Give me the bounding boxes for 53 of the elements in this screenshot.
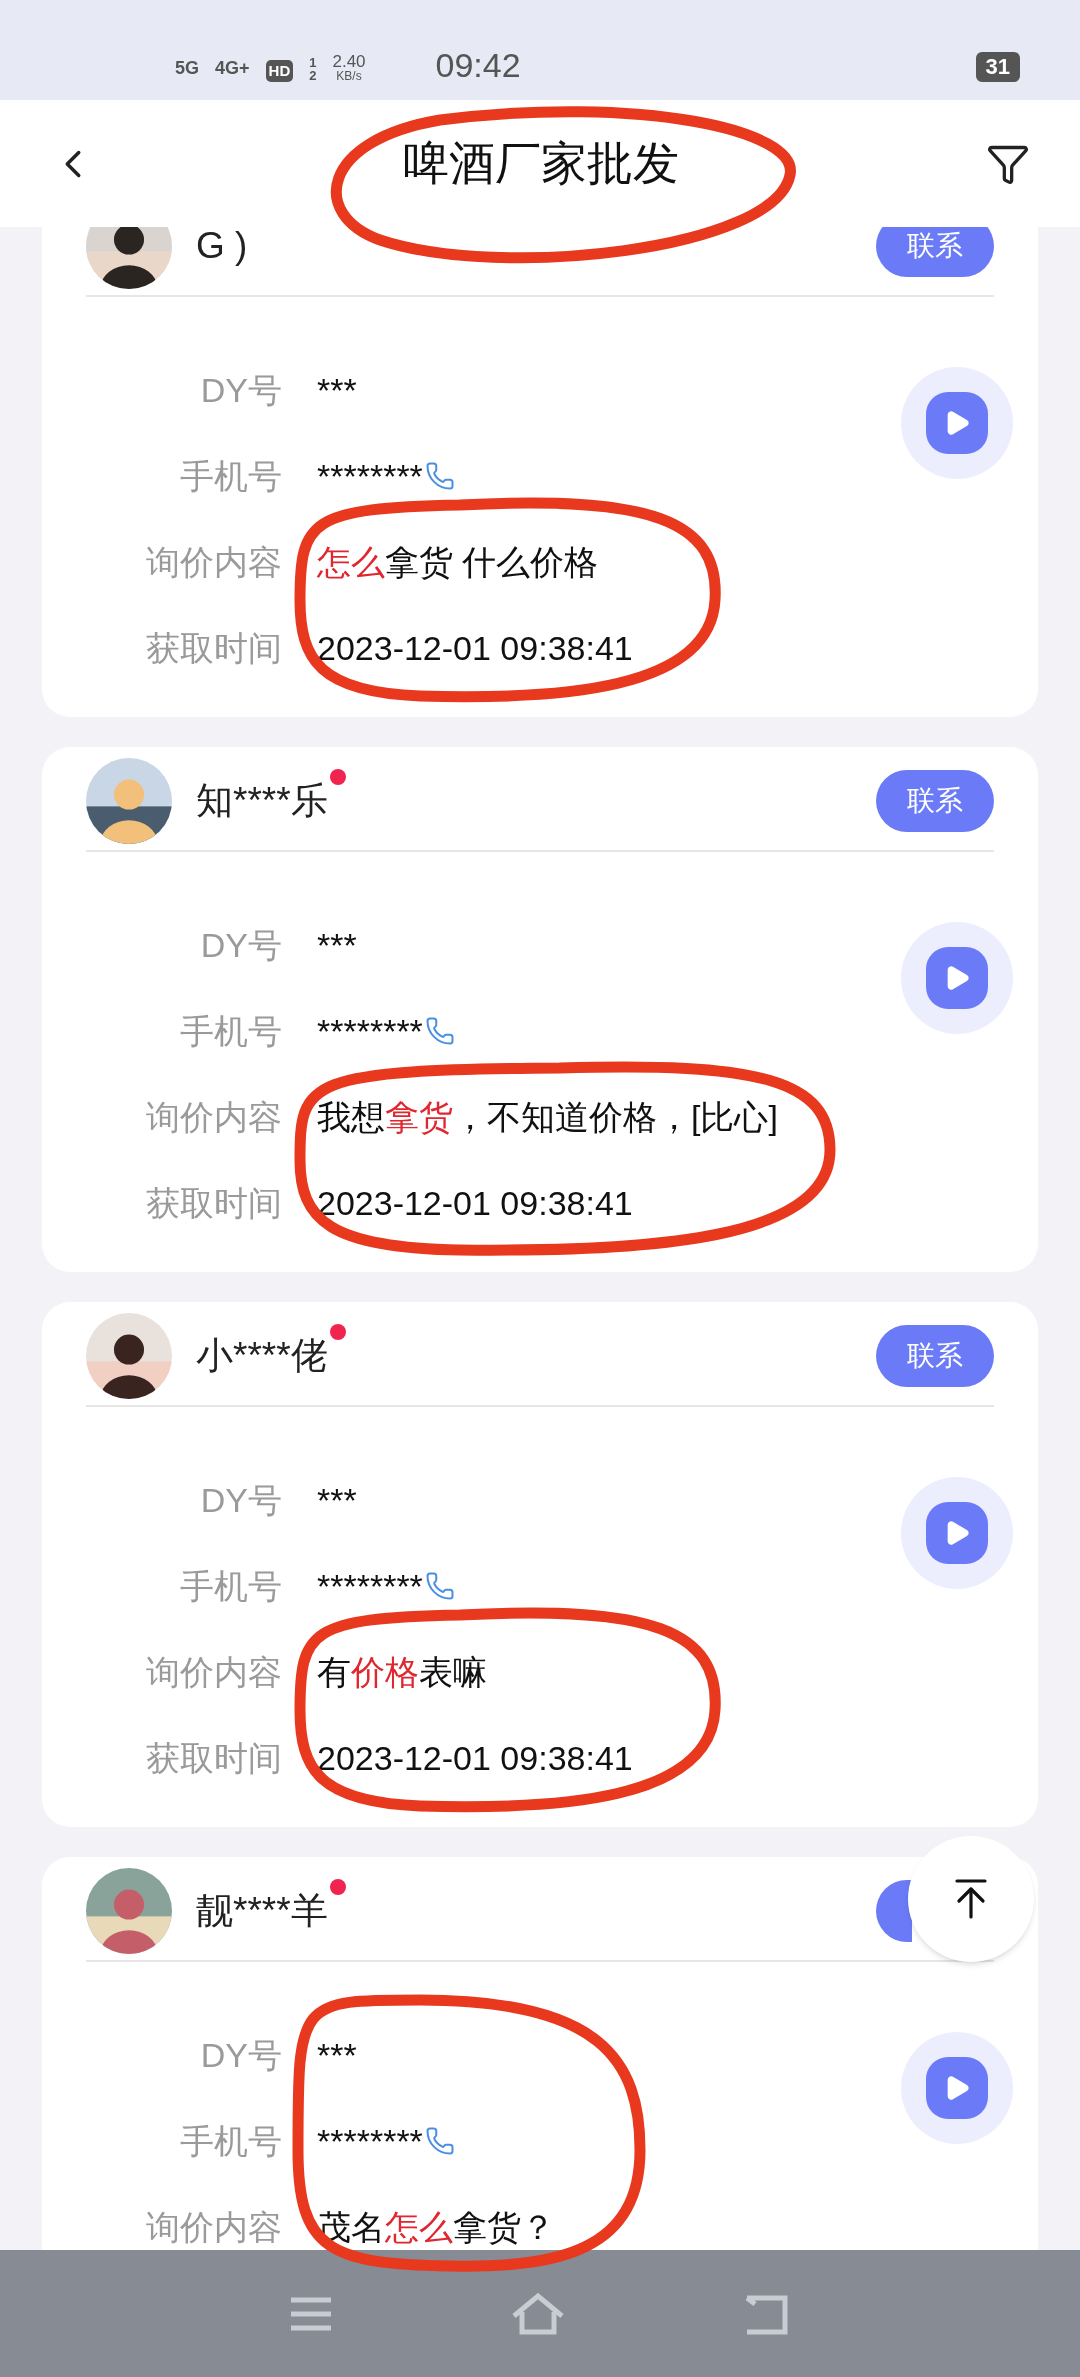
field-label: DY号 [199,1481,282,1519]
field-label: 询价内容 [145,1098,282,1136]
field-value: ******** [317,1567,423,1605]
contact-button[interactable]: 联系 [876,1324,994,1387]
field-value: 我想拿货，不知道价格，[比心] [317,1098,778,1136]
network-label: 5G [175,57,199,80]
field-value: *** [317,1481,357,1519]
sim-label: 2 [309,69,317,82]
phone-icon[interactable] [424,2126,455,2156]
menu-icon[interactable] [288,2295,333,2332]
net-speed: 2.40 [332,53,366,70]
field-value: ******** [317,457,423,495]
field-label: DY号 [199,2036,282,2074]
field-label: 询价内容 [145,543,282,581]
field-label: 手机号 [179,2122,282,2160]
field-value: 2023-12-01 09:38:41 [317,629,633,667]
field-label: DY号 [199,371,282,409]
field-value: ******** [317,2122,423,2160]
field-label: 手机号 [179,457,282,495]
field-value: *** [317,371,357,409]
field-value: 2023-12-01 09:38:41 [317,1739,633,1777]
contact-button[interactable]: 联系 [876,769,994,832]
user-name: 知****乐 [196,778,328,823]
field-label: 获取时间 [145,1184,282,1222]
field-label: 手机号 [179,1567,282,1605]
user-name: 靓****羊 [196,1888,328,1933]
field-label: 询价内容 [145,2208,282,2246]
hd-badge: HD [265,59,294,82]
user-name: 小****佬 [196,1333,328,1378]
user-name: G ) [196,227,248,268]
field-value: 怎么拿货 什么价格 [317,543,599,581]
clock: 09:42 [435,48,521,82]
contact-button[interactable]: 联系 [876,227,994,277]
home-icon[interactable] [510,2291,566,2336]
field-value: 2023-12-01 09:38:41 [317,1184,633,1222]
phone-icon[interactable] [424,1016,455,1046]
field-value: ******** [317,1012,423,1050]
field-label: 获取时间 [145,629,282,667]
field-label: 获取时间 [145,1739,282,1777]
network-label: 4G+ [215,57,250,80]
field-label: DY号 [199,926,282,964]
field-label: 手机号 [179,1012,282,1050]
speed-unit: KB/s [336,70,362,82]
page-title: 啤酒厂家批发 [402,136,680,191]
contact-button[interactable] [876,1879,912,1942]
phone-icon[interactable] [424,1571,455,1601]
field-label: 询价内容 [145,1653,282,1691]
field-value: *** [317,926,357,964]
sim-label: 1 [309,56,317,69]
battery-indicator: 31 [975,52,1020,82]
phone-icon[interactable] [424,461,455,491]
field-value: *** [317,2036,357,2074]
field-value: 有价格表嘛 [317,1653,487,1691]
